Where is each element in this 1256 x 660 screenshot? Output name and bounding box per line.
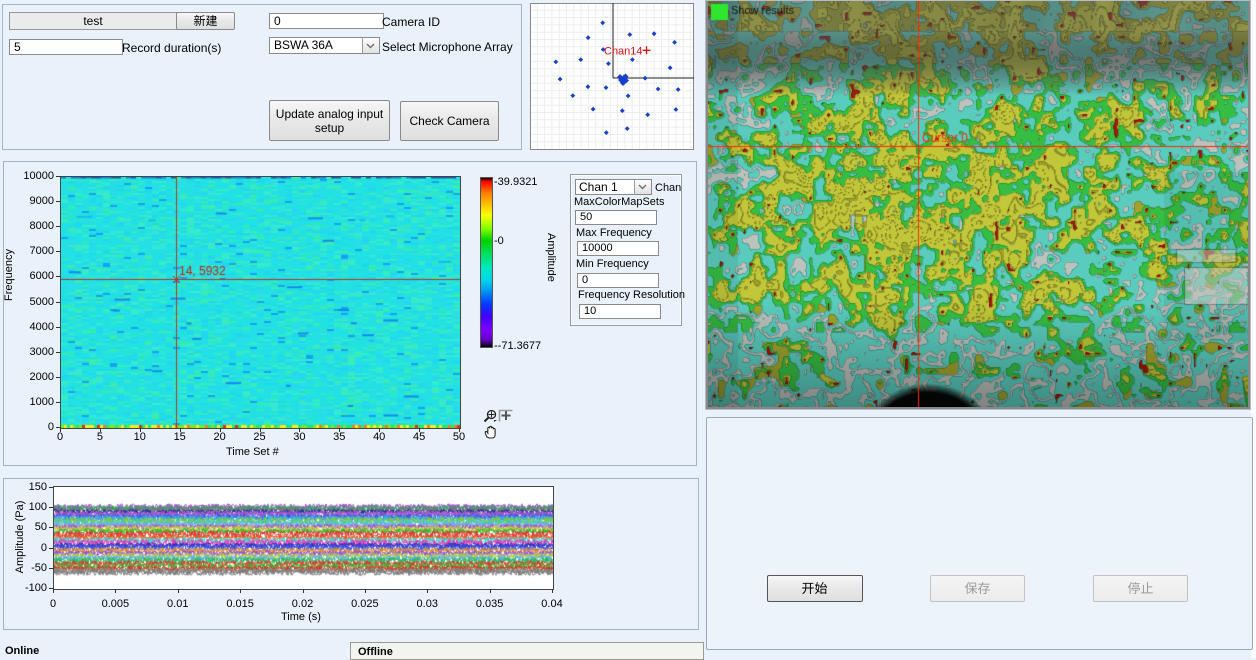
svg-text:Chan14: Chan14 xyxy=(604,46,643,58)
